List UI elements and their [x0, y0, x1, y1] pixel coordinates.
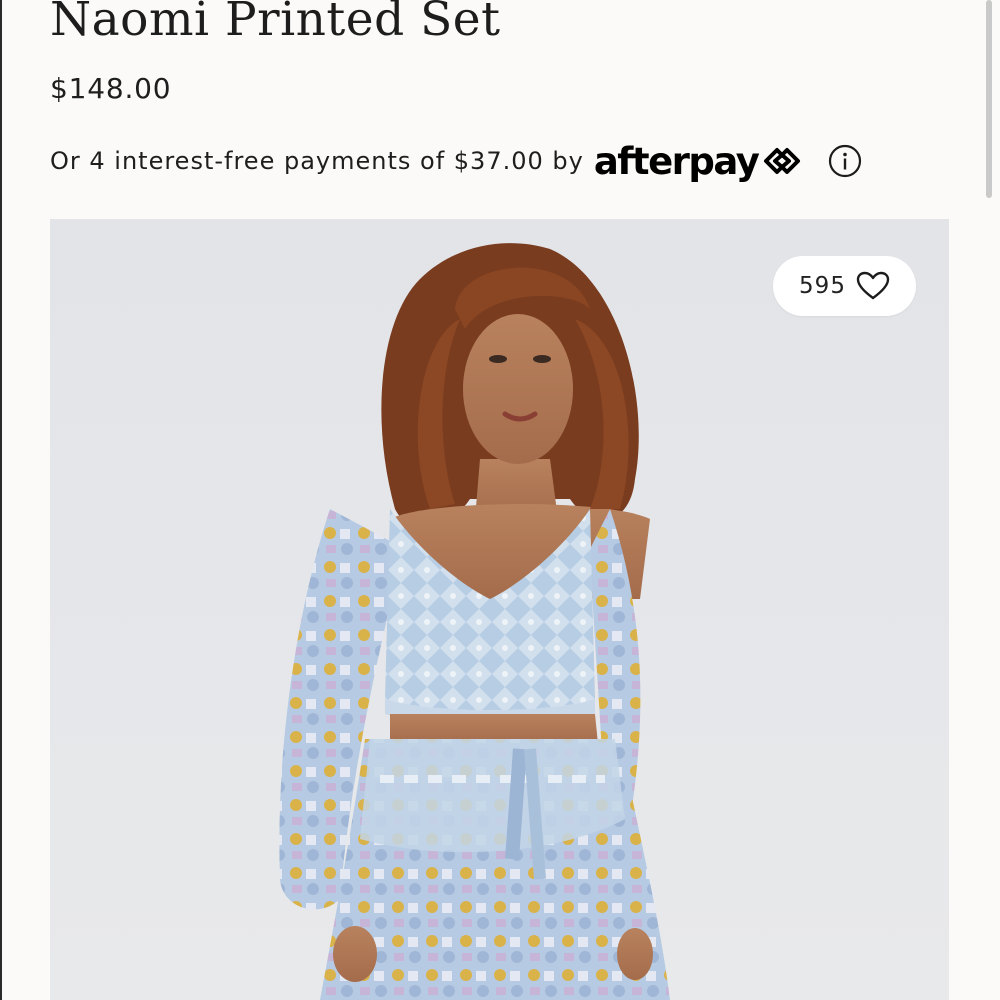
afterpay-installment-text: Or 4 interest-free payments of $37.00 by	[50, 147, 584, 175]
afterpay-info-button[interactable]	[828, 144, 862, 178]
afterpay-logo: afterpay	[594, 143, 805, 180]
afterpay-row: Or 4 interest-free payments of $37.00 by…	[50, 138, 862, 184]
product-title: Naomi Printed Set	[50, 0, 501, 47]
window-edge	[0, 0, 2, 1000]
afterpay-logo-text: afterpay	[593, 139, 760, 183]
product-photo	[279, 243, 670, 1000]
product-image[interactable]: 595	[50, 219, 949, 1000]
product-page: Naomi Printed Set $148.00 Or 4 interest-…	[0, 0, 1000, 1000]
like-count: 595	[799, 273, 846, 299]
afterpay-arrows-icon	[764, 148, 801, 174]
like-button[interactable]: 595	[773, 256, 916, 316]
heart-icon	[856, 271, 890, 300]
product-price: $148.00	[50, 72, 172, 105]
page-scrollbar[interactable]	[986, 0, 992, 198]
info-icon	[829, 144, 862, 178]
